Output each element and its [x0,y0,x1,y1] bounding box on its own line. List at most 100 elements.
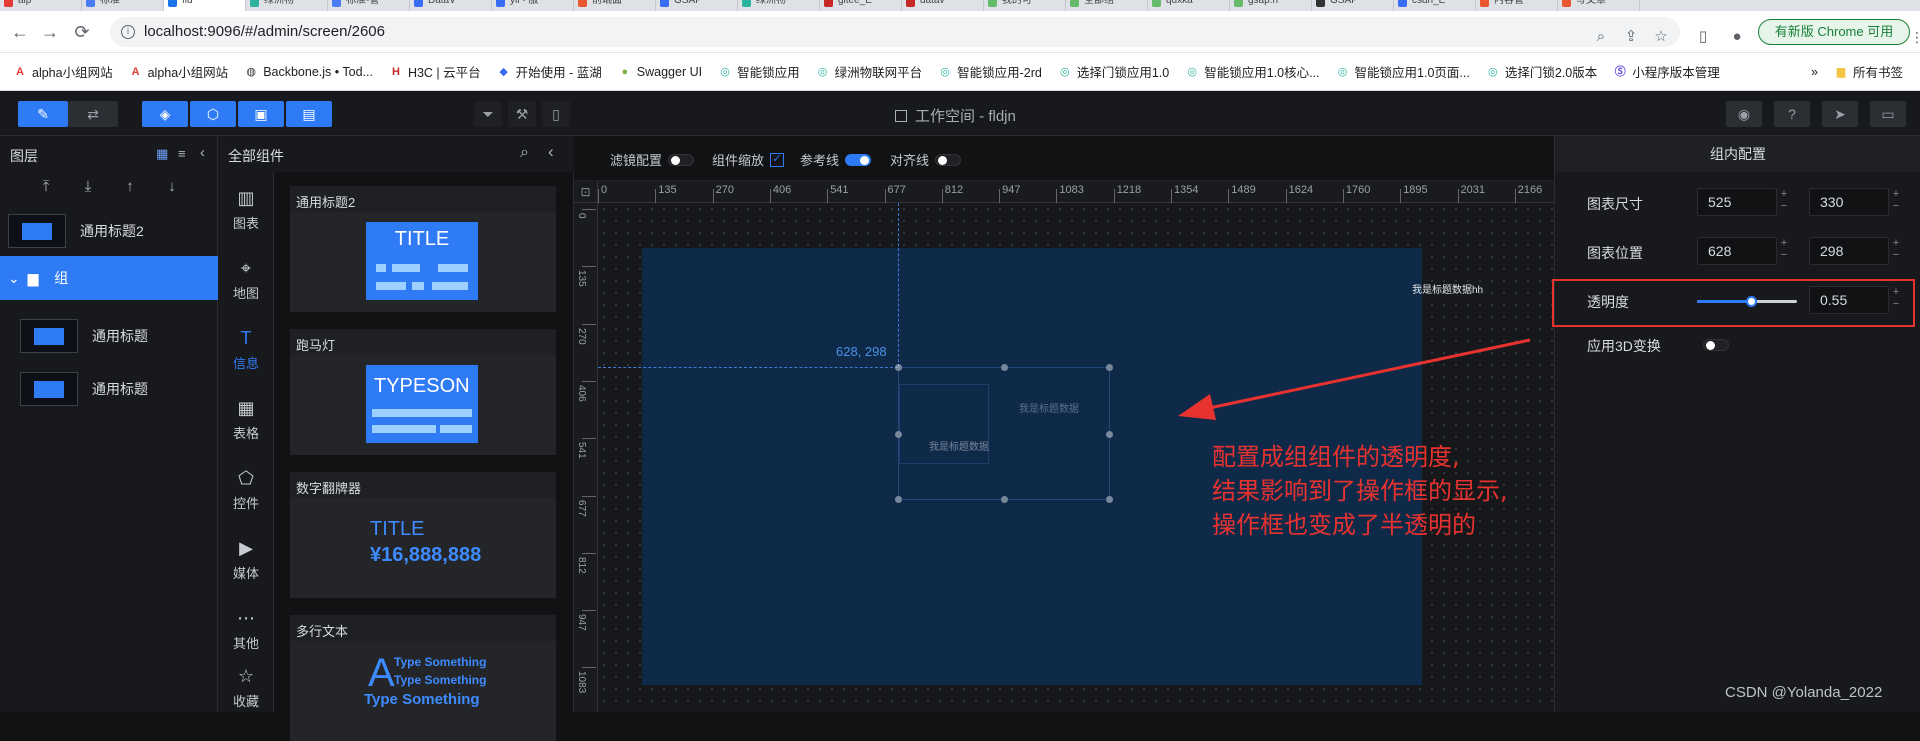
horizontal-ruler[interactable]: 0 135 270 406 541 677 812 947 1083 1218 1354 1489 16… [590,181,1554,203]
share-icon[interactable]: ⇪ [1622,28,1640,46]
component-card[interactable]: 跑马灯 TYPESON [290,329,556,455]
transform-3d-switch[interactable] [1703,339,1729,351]
width-stepper[interactable]: + − [1777,188,1791,216]
move-up-icon[interactable]: ⤒ [34,176,58,198]
browser-tab[interactable]: quxka [1148,0,1230,11]
x-input[interactable]: 628 [1697,237,1777,265]
bookmarks-more-icon[interactable]: » [1811,65,1818,79]
menu-icon[interactable]: ⋮ [1908,28,1920,46]
browser-tab[interactable]: GSAP [1312,0,1394,11]
browser-tab[interactable]: gsap.h [1230,0,1312,11]
forward-icon[interactable]: → [40,22,60,42]
search-icon[interactable]: ⌕ [520,144,529,162]
bookmark-item[interactable]: ◍ Backbone.js • Tod... [245,65,373,79]
browser-tab[interactable]: 绿洲物 [246,0,328,11]
chrome-update-button[interactable]: 有新版 Chrome 可用 [1758,19,1910,45]
resize-handle[interactable] [1106,431,1113,438]
browser-tab[interactable]: 标准-管 [328,0,410,11]
url-input[interactable]: i localhost:9096/#/admin/screen/2606 [110,17,1680,47]
move-down-icon[interactable]: ⤓ [76,176,100,198]
layer-group-item[interactable]: ⌄ ▆ 组 [0,256,218,300]
width-input[interactable]: 525 [1697,188,1777,216]
browser-tab[interactable]: 全部组 [1066,0,1148,11]
layer-item[interactable]: 通用标题 [0,364,218,414]
browser-tab[interactable]: gitee_E [820,0,902,11]
category-chart[interactable]: ▥ 图表 [218,180,274,240]
ruler-corner-icon[interactable]: ⊡ [574,181,598,203]
collapse-icon[interactable]: ‹ [548,142,554,162]
toolbox-toggle-icon[interactable]: ▤ [286,101,332,127]
guide-lines-toggle[interactable]: 参考线 [800,150,872,169]
category-table[interactable]: ▦ 表格 [218,390,274,450]
layers-toggle-icon[interactable]: ◈ [142,101,188,127]
resize-handle[interactable] [1001,364,1008,371]
group-selection-frame[interactable]: 我是标题数据 我是标题数据 [895,364,1113,503]
category-favorites[interactable]: ☆ 收藏 [218,658,274,718]
align-lines-toggle[interactable]: 对齐线 [890,150,962,169]
guide-lines-switch[interactable] [845,153,872,166]
layer-item[interactable]: 通用标题2 [0,206,218,256]
bookmark-item[interactable]: ◎ 选择门锁2.0版本 [1487,62,1597,81]
browser-tab[interactable]: 标准 [82,0,164,11]
browser-tab[interactable]: 前端面 [574,0,656,11]
preview-mode-button[interactable]: ⇄ [68,101,118,127]
browser-tab[interactable]: 我的可 [984,0,1066,11]
config-panel-toggle-icon[interactable]: ▣ [238,101,284,127]
browser-tab[interactable]: 内容管 [1476,0,1558,11]
x-stepper[interactable]: + − [1777,237,1791,265]
category-map[interactable]: ⌖ 地图 [218,250,274,310]
align-lines-switch[interactable] [935,153,962,166]
bookmark-item[interactable]: ◎ 智能锁应用 [719,62,799,81]
collapse-icon[interactable]: ‹ [200,144,205,161]
vertical-ruler[interactable]: 0 135 270 406 541 677 812 947 1083 [574,181,598,712]
title-component-text[interactable]: 我是标题数据hh [1412,281,1483,296]
component-scale-toggle[interactable]: 组件缩放 ✓ [712,150,785,169]
reload-icon[interactable]: ⟳ [72,22,92,42]
screenshot-icon[interactable]: ◉ [1726,101,1762,127]
zoom-icon[interactable]: ⌕ [1592,28,1610,46]
mobile-preview-icon[interactable]: ▯ [542,101,570,127]
bookmark-item[interactable]: Aalpha小组网站 [14,62,113,81]
component-card[interactable]: 通用标题2 TITLE [290,186,556,312]
browser-tab[interactable]: DataV [410,0,492,11]
browser-tab[interactable]: 绿洲物 [738,0,820,11]
filter-config-toggle[interactable]: 滤镜配置 [610,150,695,169]
checkbox-checked-icon[interactable]: ✓ [770,152,785,167]
site-info-icon[interactable]: i [121,25,135,39]
browser-tab[interactable]: GSAP [656,0,738,11]
category-media[interactable]: ▶ 媒体 [218,530,274,590]
bookmark-item[interactable]: ◎ 绿洲物联网平台 [817,62,922,81]
resize-handle[interactable] [895,364,902,371]
component-card[interactable]: 数字翻牌器 TITLE ¥16,888,888 [290,472,556,598]
bookmark-item[interactable]: ◆ 开始使用 - 蓝湖 [498,62,601,81]
bookmark-star-icon[interactable]: ☆ [1652,28,1670,46]
grid-view-icon[interactable]: ▦ [156,146,168,162]
component-card[interactable]: 多行文本 A Type Something Type Something Typ… [290,615,556,741]
layer-item[interactable]: 通用标题 [0,311,218,361]
resize-handle[interactable] [1106,496,1113,503]
magic-wand-icon[interactable]: ⚒ [508,101,536,127]
browser-tab[interactable]: alp [0,0,82,11]
browser-tab[interactable]: csdn_E [1394,0,1476,11]
bookmark-item[interactable]: ◎ 智能锁应用1.0页面... [1337,62,1470,81]
side-panel-icon[interactable]: ▯ [1694,28,1712,46]
resize-handle[interactable] [1106,364,1113,371]
browser-tab[interactable]: fld [164,0,246,11]
y-stepper[interactable]: + − [1889,237,1903,265]
bookmark-item[interactable]: ◎ 智能锁应用1.0核心... [1186,62,1319,81]
browser-tab[interactable]: datav [902,0,984,11]
category-other[interactable]: ⋯ 其他 [218,600,274,660]
publish-icon[interactable]: ➤ [1822,101,1858,127]
bookmark-item[interactable]: Aalpha小组网站 [130,62,229,81]
height-stepper[interactable]: + − [1889,188,1903,216]
browser-tab[interactable]: yii - 服 [492,0,574,11]
y-input[interactable]: 298 [1809,237,1889,265]
edit-mode-button[interactable]: ✎ [18,101,68,127]
bookmark-item[interactable]: H H3C | 云平台 [390,62,481,81]
bookmark-item[interactable]: ● Swagger UI [619,65,702,79]
bring-top-icon[interactable]: ↑ [118,176,142,198]
send-bottom-icon[interactable]: ↓ [160,176,184,198]
bookmark-item[interactable]: ◎ 选择门锁应用1.0 [1059,62,1169,81]
help-icon[interactable]: ? [1774,101,1810,127]
browser-tab[interactable]: 写文章 [1558,0,1640,11]
